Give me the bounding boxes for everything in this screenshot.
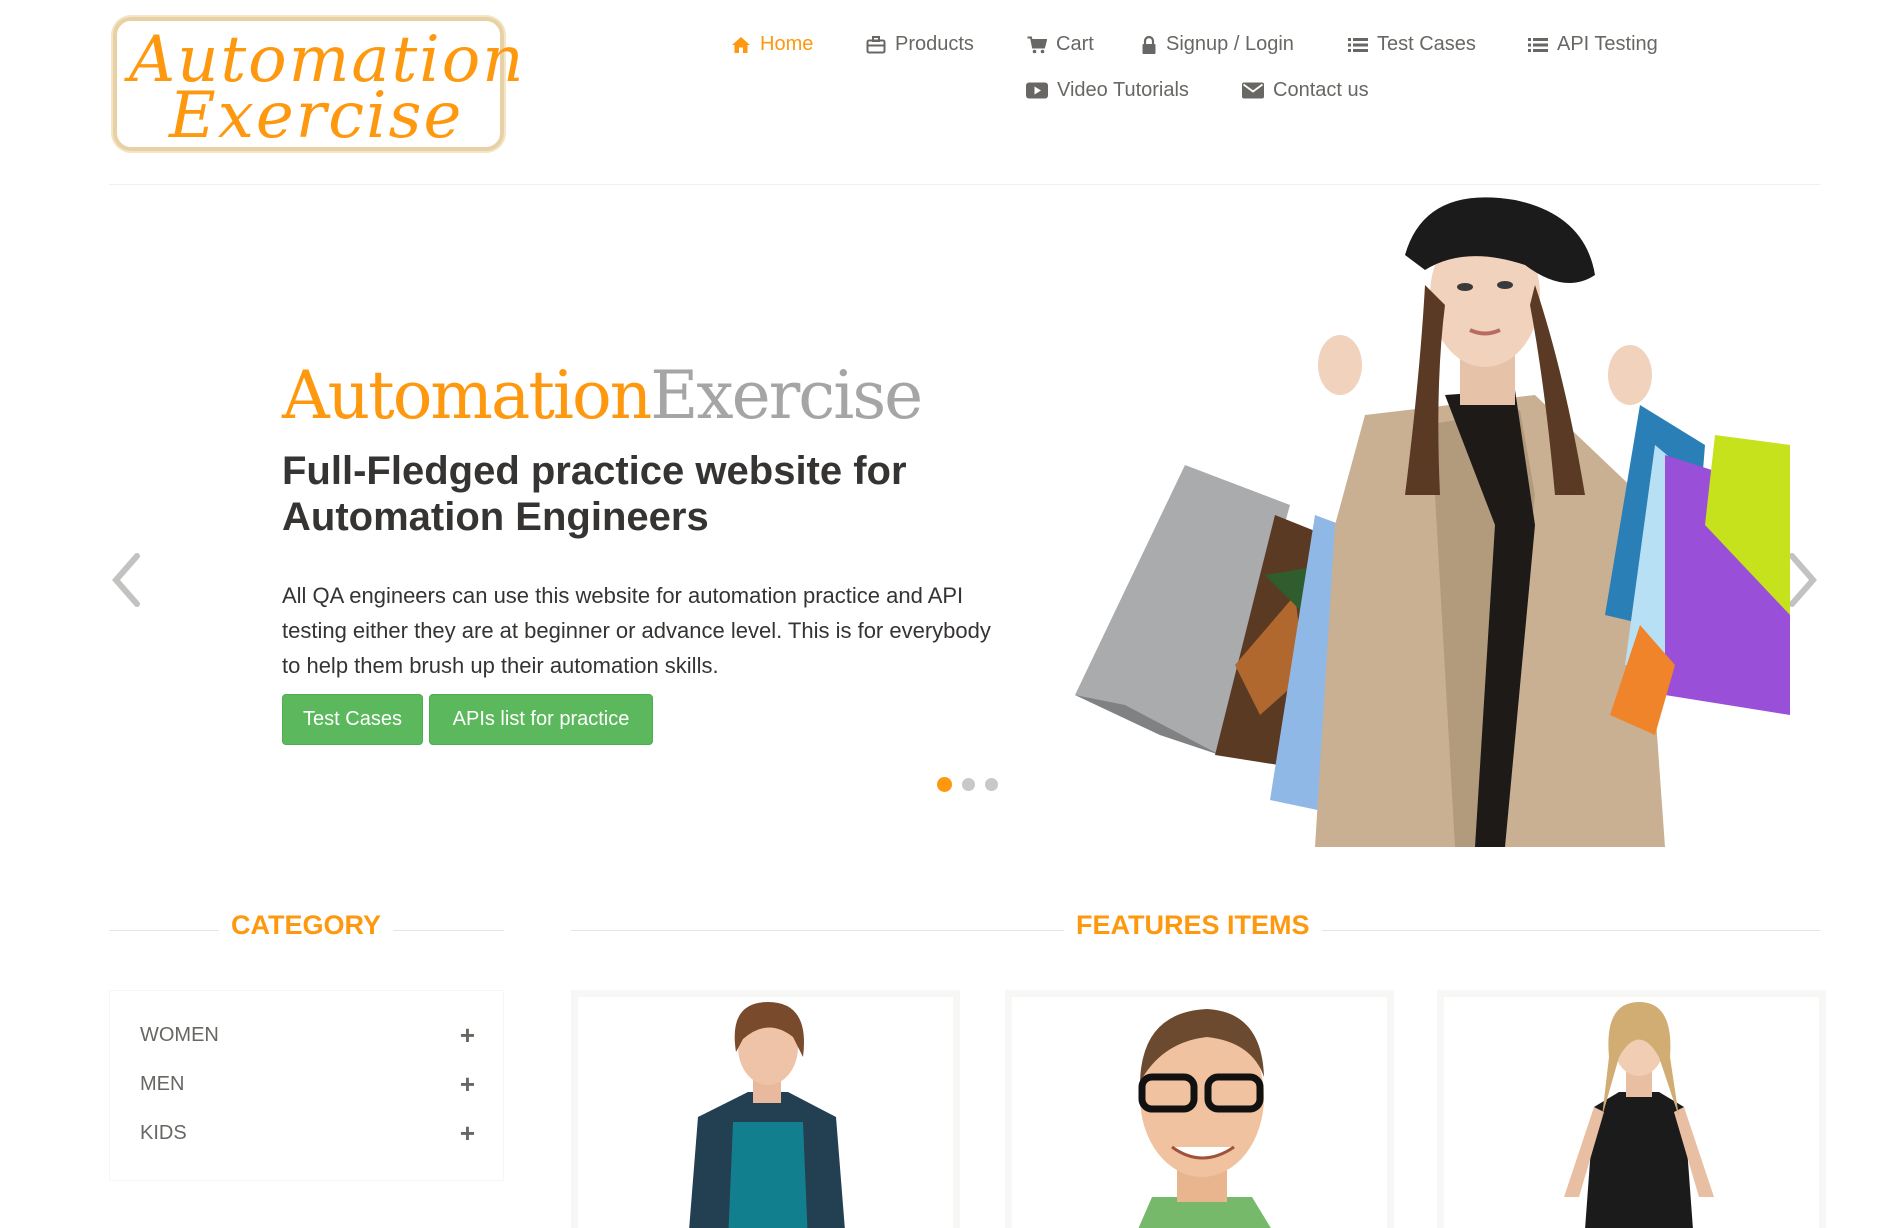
category-item-label: MEN — [140, 1072, 185, 1095]
slider-prev-button[interactable] — [108, 552, 144, 613]
nav-products[interactable]: Products — [866, 33, 974, 56]
plus-icon[interactable]: + — [460, 1118, 475, 1149]
product-card[interactable] — [571, 990, 960, 1228]
nav-cart-label: Cart — [1056, 33, 1094, 55]
hero-heading: Full-Fledged practice website for Automa… — [282, 449, 907, 539]
category-item-women[interactable]: WOMEN + — [140, 1020, 475, 1050]
logo-line-2: Exercise — [169, 79, 463, 153]
nav-signup-login-label: Signup / Login — [1166, 33, 1294, 55]
list-icon — [1528, 37, 1548, 52]
features-title: FEATURES ITEMS — [1064, 910, 1322, 941]
nav-test-cases-label: Test Cases — [1377, 33, 1476, 55]
hero-brand-title-part2: Exercise — [650, 357, 923, 434]
shopping-cart-icon — [1027, 36, 1047, 53]
nav-signup-login[interactable]: Signup / Login — [1141, 33, 1294, 56]
nav-test-cases[interactable]: Test Cases — [1348, 33, 1476, 56]
slider-dot-2[interactable] — [962, 778, 975, 791]
nav-api-testing-label: API Testing — [1557, 33, 1658, 55]
category-item-label: KIDS — [140, 1121, 187, 1144]
nav-home[interactable]: Home — [731, 33, 813, 56]
hero-model-image — [1075, 197, 1790, 847]
logo-line-2-text: Exercise — [169, 79, 464, 153]
category-title: CATEGORY — [219, 910, 394, 941]
hero-description: All QA engineers can use this website fo… — [282, 583, 991, 678]
product-image — [1012, 997, 1387, 1228]
nav-video-tutorials-label: Video Tutorials — [1057, 79, 1189, 101]
test-cases-button[interactable]: Test Cases — [282, 694, 423, 745]
nav-products-label: Products — [895, 33, 974, 55]
hero-brand-title: AutomationExercise — [282, 357, 923, 434]
envelope-icon — [1242, 82, 1264, 99]
briefcase-icon — [866, 35, 886, 53]
category-item-kids[interactable]: KIDS + — [140, 1118, 475, 1148]
nav-contact-us[interactable]: Contact us — [1242, 79, 1369, 102]
nav-api-testing[interactable]: API Testing — [1528, 33, 1658, 56]
nav-contact-us-label: Contact us — [1273, 79, 1369, 101]
video-play-icon — [1026, 82, 1048, 99]
product-card[interactable] — [1005, 990, 1394, 1228]
lock-icon — [1142, 35, 1156, 54]
nav-cart[interactable]: Cart — [1027, 33, 1094, 56]
category-item-men[interactable]: MEN + — [140, 1069, 475, 1099]
product-image — [1444, 997, 1819, 1228]
home-icon — [732, 36, 750, 53]
slider-dot-3[interactable] — [985, 778, 998, 791]
header-divider — [109, 184, 1820, 185]
site-logo[interactable]: Automation Exercise — [113, 17, 523, 153]
chevron-left-icon — [112, 553, 140, 607]
apis-list-button[interactable]: APIs list for practice — [429, 694, 653, 745]
nav-video-tutorials[interactable]: Video Tutorials — [1026, 79, 1189, 102]
category-panel: WOMEN + MEN + KIDS + — [109, 990, 504, 1181]
slider-dot-1[interactable] — [937, 777, 952, 792]
chevron-right-icon — [1789, 553, 1817, 607]
list-icon — [1348, 37, 1368, 52]
product-card[interactable] — [1437, 990, 1826, 1228]
product-image — [578, 997, 953, 1228]
plus-icon[interactable]: + — [460, 1020, 475, 1051]
slider-next-button[interactable] — [1785, 552, 1821, 613]
plus-icon[interactable]: + — [460, 1069, 475, 1100]
nav-home-label: Home — [760, 33, 814, 55]
category-item-label: WOMEN — [140, 1023, 219, 1046]
hero-brand-title-part1: Automation — [282, 357, 652, 434]
